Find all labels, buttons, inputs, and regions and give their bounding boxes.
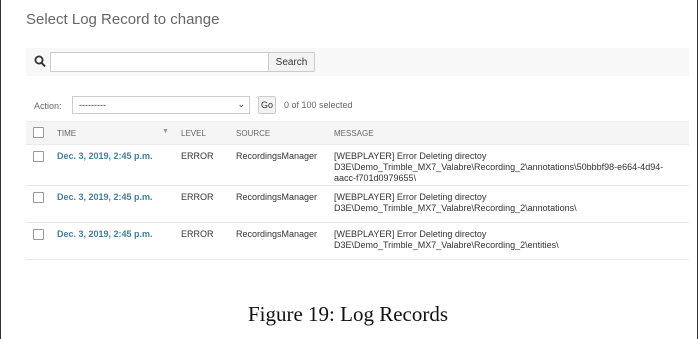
action-select-value: --------- bbox=[79, 100, 106, 110]
select-all-checkbox[interactable] bbox=[33, 127, 44, 140]
row-checkbox[interactable] bbox=[33, 151, 44, 165]
row-level: ERROR bbox=[181, 151, 214, 161]
go-button[interactable]: Go bbox=[258, 96, 276, 114]
row-level: ERROR bbox=[181, 229, 214, 239]
message-line: [WEBPLAYER] Error Deleting directoy bbox=[334, 192, 487, 202]
selection-count: 0 of 100 selected bbox=[284, 100, 353, 110]
column-header-time[interactable]: TIME bbox=[57, 129, 76, 138]
table-row: Dec. 3, 2019, 2:45 p.m. ERROR Recordings… bbox=[26, 186, 689, 223]
figure-caption: Figure 19: Log Records bbox=[247, 302, 449, 326]
row-message: [WEBPLAYER] Error Deleting directoy D3E\… bbox=[334, 151, 684, 184]
table-row: Dec. 3, 2019, 2:45 p.m. ERROR Recordings… bbox=[26, 145, 689, 186]
sort-descending-icon[interactable]: ▼ bbox=[162, 128, 169, 135]
row-time-link[interactable]: Dec. 3, 2019, 2:45 p.m. bbox=[57, 192, 153, 203]
action-select[interactable]: --------- ⌄ bbox=[72, 96, 250, 114]
message-line: D3E\Demo_Trimble_MX7_Valabre\Recording_2… bbox=[334, 162, 664, 172]
search-icon bbox=[34, 55, 46, 68]
row-source: RecordingsManager bbox=[236, 192, 318, 202]
results-table: TIME ▼ LEVEL SOURCE MESSAGE Dec. 3, 2019… bbox=[26, 121, 689, 260]
action-label: Action: bbox=[34, 101, 62, 111]
message-line: D3E\Demo_Trimble_MX7_Valabre\Recording_2… bbox=[334, 203, 577, 213]
message-line: [WEBPLAYER] Error Deleting directoy bbox=[334, 229, 487, 239]
page-title: Select Log Record to change bbox=[26, 11, 220, 28]
column-header-message: MESSAGE bbox=[334, 129, 374, 138]
row-time-link[interactable]: Dec. 3, 2019, 2:45 p.m. bbox=[57, 151, 153, 162]
search-input[interactable] bbox=[50, 52, 270, 72]
column-header-source: SOURCE bbox=[236, 129, 271, 138]
row-message: [WEBPLAYER] Error Deleting directoy D3E\… bbox=[334, 192, 684, 214]
chevron-down-icon: ⌄ bbox=[237, 99, 245, 109]
row-message: [WEBPLAYER] Error Deleting directoy D3E\… bbox=[334, 229, 684, 251]
column-header-level: LEVEL bbox=[181, 129, 206, 138]
row-checkbox[interactable] bbox=[33, 229, 44, 243]
message-line: aacc-f701d0979655\ bbox=[334, 173, 417, 183]
message-line: [WEBPLAYER] Error Deleting directoy bbox=[334, 151, 487, 161]
row-time-link[interactable]: Dec. 3, 2019, 2:45 p.m. bbox=[57, 229, 153, 240]
action-bar: Action: --------- ⌄ Go 0 of 100 selected bbox=[26, 95, 689, 117]
screenshot-frame: Select Log Record to change Search Actio… bbox=[0, 0, 698, 339]
table-row: Dec. 3, 2019, 2:45 p.m. ERROR Recordings… bbox=[26, 223, 689, 260]
row-level: ERROR bbox=[181, 192, 214, 202]
search-bar: Search bbox=[26, 48, 689, 76]
search-button[interactable]: Search bbox=[268, 52, 315, 72]
message-line: D3E\Demo_Trimble_MX7_Valabre\Recording_2… bbox=[334, 240, 559, 250]
row-checkbox[interactable] bbox=[33, 192, 44, 206]
table-header: TIME ▼ LEVEL SOURCE MESSAGE bbox=[26, 121, 689, 145]
row-source: RecordingsManager bbox=[236, 151, 318, 161]
row-source: RecordingsManager bbox=[236, 229, 318, 239]
